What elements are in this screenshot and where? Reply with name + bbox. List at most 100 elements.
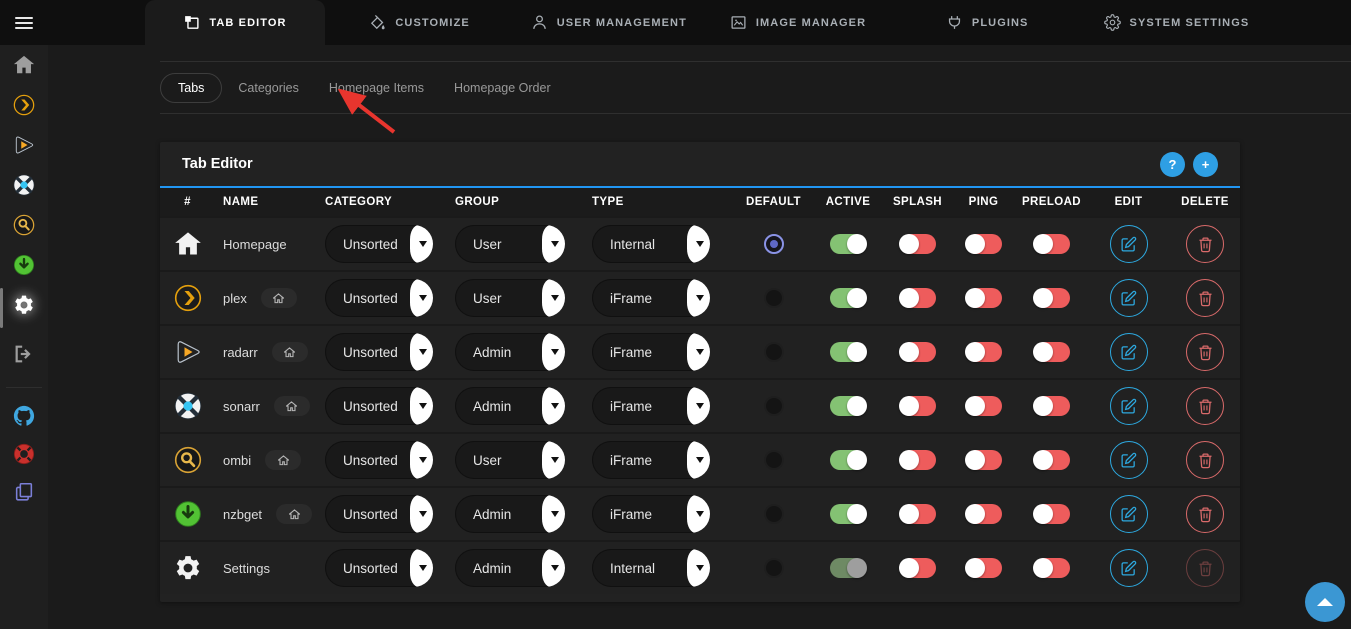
splash-toggle[interactable] [900, 504, 936, 524]
sidebar-item-docs[interactable] [0, 475, 48, 513]
default-radio[interactable] [764, 558, 784, 578]
delete-button[interactable] [1186, 279, 1224, 317]
sidebar-item-ombi[interactable] [0, 207, 48, 247]
edit-button[interactable] [1110, 333, 1148, 371]
tab-icon [173, 445, 203, 475]
help-button[interactable]: ? [1160, 152, 1185, 177]
type-select[interactable]: iFrame [592, 279, 710, 317]
table-body: Homepage Unsorted User Internal plex U [160, 216, 1240, 594]
group-select[interactable]: Admin [455, 387, 565, 425]
sidebar-item-settings[interactable] [0, 287, 48, 327]
type-select[interactable]: iFrame [592, 387, 710, 425]
ping-toggle[interactable] [966, 288, 1002, 308]
preload-toggle[interactable] [1034, 450, 1070, 470]
default-radio[interactable] [764, 288, 784, 308]
preload-toggle[interactable] [1034, 234, 1070, 254]
category-select[interactable]: Unsorted [325, 441, 433, 479]
tab-tab-editor[interactable]: TAB EDITOR [145, 0, 325, 45]
preload-toggle[interactable] [1034, 504, 1070, 524]
subtab-homepage-order[interactable]: Homepage Order [454, 81, 551, 95]
splash-toggle[interactable] [900, 558, 936, 578]
delete-button[interactable] [1186, 333, 1224, 371]
ping-toggle[interactable] [966, 450, 1002, 470]
category-select[interactable]: Unsorted [325, 225, 433, 263]
preload-toggle[interactable] [1034, 342, 1070, 362]
splash-toggle[interactable] [900, 234, 936, 254]
sidebar-item-radarr[interactable] [0, 127, 48, 167]
active-toggle[interactable] [830, 396, 866, 416]
splash-toggle[interactable] [900, 342, 936, 362]
active-toggle[interactable] [830, 450, 866, 470]
tab-plugins[interactable]: PLUGINS [893, 0, 1082, 45]
type-select[interactable]: iFrame [592, 333, 710, 371]
tab-customize[interactable]: CUSTOMIZE [325, 0, 514, 45]
subtab-homepage-items[interactable]: Homepage Items [329, 81, 424, 95]
sidebar-item-home[interactable] [0, 47, 48, 87]
group-select[interactable]: Admin [455, 333, 565, 371]
type-select[interactable]: Internal [592, 225, 710, 263]
ping-toggle[interactable] [966, 342, 1002, 362]
group-select[interactable]: User [455, 279, 565, 317]
group-select[interactable]: Admin [455, 549, 565, 587]
sidebar-item-logout[interactable] [0, 336, 48, 376]
scroll-to-top-button[interactable] [1305, 582, 1345, 622]
group-select[interactable]: User [455, 225, 565, 263]
splash-toggle[interactable] [900, 288, 936, 308]
nav-tab-label: IMAGE MANAGER [756, 17, 866, 29]
category-select[interactable]: Unsorted [325, 387, 433, 425]
type-select[interactable]: iFrame [592, 441, 710, 479]
ping-toggle[interactable] [966, 504, 1002, 524]
group-select[interactable]: User [455, 441, 565, 479]
sidebar-item-nzbget[interactable] [0, 247, 48, 287]
category-select[interactable]: Unsorted [325, 549, 433, 587]
category-select[interactable]: Unsorted [325, 333, 433, 371]
category-select[interactable]: Unsorted [325, 279, 433, 317]
tab-system-settings[interactable]: SYSTEM SETTINGS [1082, 0, 1271, 45]
sidebar-item-plex[interactable] [0, 87, 48, 127]
active-toggle[interactable] [830, 234, 866, 254]
type-select[interactable]: Internal [592, 549, 710, 587]
tab-icon [173, 499, 203, 529]
delete-button[interactable] [1186, 495, 1224, 533]
active-toggle[interactable] [830, 288, 866, 308]
add-tab-button[interactable]: + [1193, 152, 1218, 177]
sidebar-item-sonarr[interactable] [0, 167, 48, 207]
delete-button[interactable] [1186, 549, 1224, 587]
preload-toggle[interactable] [1034, 558, 1070, 578]
default-radio[interactable] [764, 234, 784, 254]
splash-toggle[interactable] [900, 450, 936, 470]
category-select[interactable]: Unsorted [325, 495, 433, 533]
group-select[interactable]: Admin [455, 495, 565, 533]
ping-toggle[interactable] [966, 558, 1002, 578]
default-radio[interactable] [764, 504, 784, 524]
sidebar-item-support[interactable] [0, 437, 48, 475]
default-radio[interactable] [764, 450, 784, 470]
splash-toggle[interactable] [900, 396, 936, 416]
preload-toggle[interactable] [1034, 288, 1070, 308]
active-toggle[interactable] [830, 342, 866, 362]
default-radio[interactable] [764, 342, 784, 362]
sidebar-item-github[interactable] [0, 399, 48, 437]
menu-button[interactable] [0, 0, 48, 45]
ping-toggle[interactable] [966, 396, 1002, 416]
sidebar-scrollbar-thumb[interactable] [0, 288, 3, 328]
edit-button[interactable] [1110, 279, 1148, 317]
default-radio[interactable] [764, 396, 784, 416]
subtab-categories[interactable]: Categories [238, 81, 298, 95]
edit-button[interactable] [1110, 225, 1148, 263]
edit-button[interactable] [1110, 441, 1148, 479]
type-select[interactable]: iFrame [592, 495, 710, 533]
delete-button[interactable] [1186, 387, 1224, 425]
preload-toggle[interactable] [1034, 396, 1070, 416]
active-toggle[interactable] [830, 558, 866, 578]
subtab-tabs[interactable]: Tabs [160, 73, 222, 103]
tab-image-manager[interactable]: IMAGE MANAGER [703, 0, 892, 45]
delete-button[interactable] [1186, 225, 1224, 263]
edit-button[interactable] [1110, 549, 1148, 587]
delete-button[interactable] [1186, 441, 1224, 479]
ping-toggle[interactable] [966, 234, 1002, 254]
edit-button[interactable] [1110, 387, 1148, 425]
tab-user-management[interactable]: USER MANAGEMENT [514, 0, 703, 45]
edit-button[interactable] [1110, 495, 1148, 533]
active-toggle[interactable] [830, 504, 866, 524]
